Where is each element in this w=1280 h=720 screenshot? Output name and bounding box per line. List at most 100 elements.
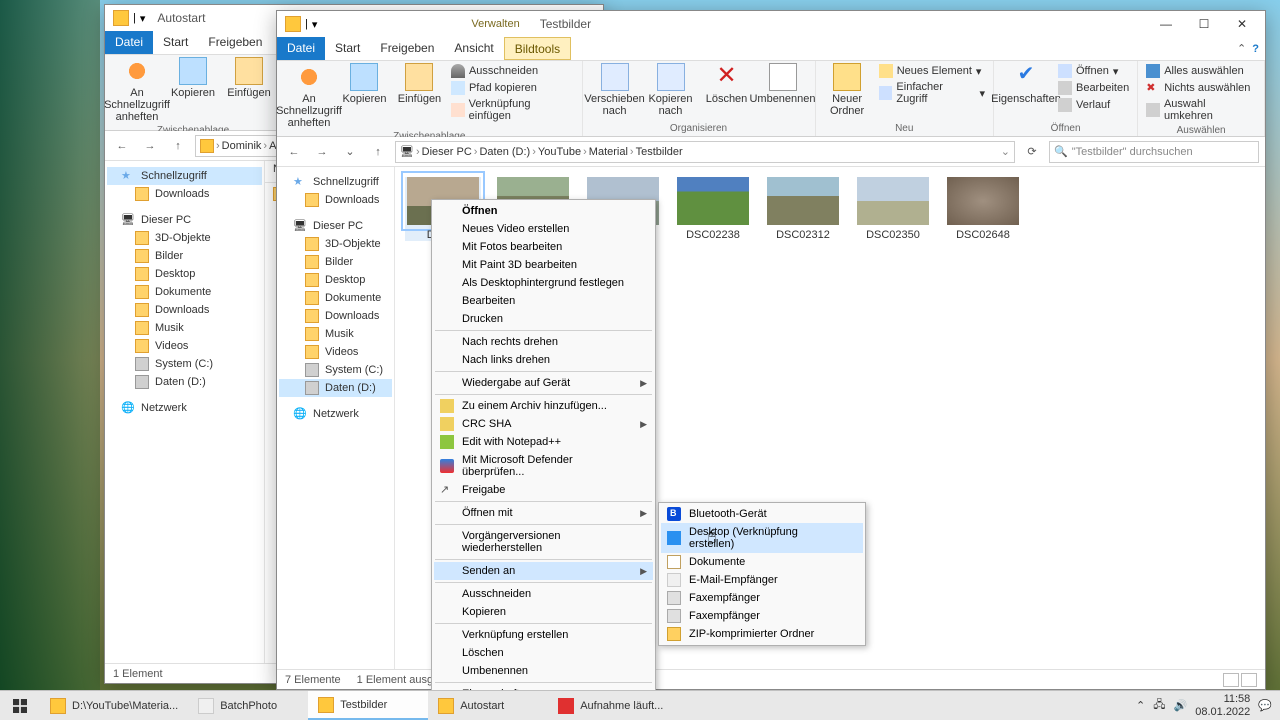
tab-file[interactable]: Datei bbox=[105, 31, 153, 54]
delete-button[interactable]: ✕Löschen bbox=[701, 63, 753, 105]
tab-view[interactable]: Ansicht bbox=[444, 37, 503, 60]
tray-network-icon[interactable]: 🖧 bbox=[1153, 696, 1165, 715]
ctx-cut[interactable]: Ausschneiden bbox=[434, 585, 653, 603]
taskbar-item[interactable]: BatchPhoto bbox=[188, 691, 308, 720]
taskbar-item[interactable]: D:\YouTube\Materia... bbox=[40, 691, 188, 720]
selectall-button[interactable]: Alles auswählen bbox=[1144, 63, 1258, 79]
nav-3d[interactable]: 3D-Objekte bbox=[107, 229, 262, 247]
edit-button[interactable]: Bearbeiten bbox=[1056, 80, 1131, 96]
invertsel-button[interactable]: Auswahl umkehren bbox=[1144, 97, 1258, 123]
ctx-edit-photos[interactable]: Mit Fotos bearbeiten bbox=[434, 238, 653, 256]
taskbar-item[interactable]: Testbilder bbox=[308, 691, 428, 720]
nav-downloads[interactable]: Downloads bbox=[279, 191, 392, 209]
selectnone-button[interactable]: Nichts auswählen bbox=[1144, 80, 1258, 96]
pin-button[interactable]: An Schnellzugriff anheften bbox=[283, 63, 335, 129]
copy-button[interactable]: Kopieren bbox=[339, 63, 390, 105]
ctx-copy[interactable]: Kopieren bbox=[434, 603, 653, 621]
help-icon[interactable]: ? bbox=[1252, 43, 1259, 55]
paste-button[interactable]: Einfügen bbox=[223, 57, 275, 99]
nav-downloads2[interactable]: Downloads bbox=[279, 307, 392, 325]
crumb-dropdown[interactable]: ⌄ bbox=[1001, 145, 1010, 158]
tray-chevron-icon[interactable]: ⌃ bbox=[1136, 699, 1145, 712]
system-tray[interactable]: ⌃ 🖧 🔊 11:58 08.01.2022 💬 bbox=[1128, 693, 1280, 717]
nav-up[interactable]: ↑ bbox=[167, 135, 189, 157]
sub-documents[interactable]: Dokumente bbox=[661, 553, 863, 571]
ctx-rotate-left[interactable]: Nach links drehen bbox=[434, 351, 653, 369]
nav-network[interactable]: Netzwerk bbox=[107, 399, 262, 417]
rename-button[interactable]: Umbenennen bbox=[757, 63, 809, 105]
file-item[interactable]: DSC02238 bbox=[675, 177, 751, 241]
breadcrumb[interactable]: ›Dieser PC ›Daten (D:) ›YouTube ›Materia… bbox=[395, 141, 1015, 163]
paste-button[interactable]: Einfügen bbox=[394, 63, 445, 105]
nav-desktop[interactable]: Desktop bbox=[107, 265, 262, 283]
qat-dropdown[interactable]: ▾ bbox=[140, 12, 146, 25]
ribbon-collapse[interactable]: ⌃ bbox=[1237, 42, 1246, 55]
ctx-rotate-right[interactable]: Nach rechts drehen bbox=[434, 333, 653, 351]
nav-music[interactable]: Musik bbox=[279, 325, 392, 343]
tab-start[interactable]: Start bbox=[325, 37, 370, 60]
nav-back[interactable]: ← bbox=[283, 141, 305, 163]
taskbar-item[interactable]: Autostart bbox=[428, 691, 548, 720]
ctx-delete[interactable]: Löschen bbox=[434, 644, 653, 662]
sub-mail[interactable]: E-Mail-Empfänger bbox=[661, 571, 863, 589]
file-item[interactable]: DSC02648 bbox=[945, 177, 1021, 241]
file-item[interactable]: DSC02350 bbox=[855, 177, 931, 241]
minimize-button[interactable]: — bbox=[1147, 12, 1185, 36]
nav-videos[interactable]: Videos bbox=[107, 337, 262, 355]
nav-datad[interactable]: Daten (D:) bbox=[279, 379, 392, 397]
titlebar[interactable]: |▾ Verwalten Testbilder — ☐ ✕ bbox=[277, 11, 1265, 37]
file-item[interactable]: DSC02312 bbox=[765, 177, 841, 241]
start-button[interactable] bbox=[0, 691, 40, 720]
copypath-button[interactable]: Pfad kopieren bbox=[449, 80, 576, 96]
nav-fwd[interactable]: → bbox=[311, 141, 333, 163]
ctx-new-video[interactable]: Neues Video erstellen bbox=[434, 220, 653, 238]
nav-back[interactable]: ← bbox=[111, 135, 133, 157]
nav-datad[interactable]: Daten (D:) bbox=[107, 373, 262, 391]
nav-this-pc[interactable]: Dieser PC bbox=[279, 217, 392, 235]
ctx-edit[interactable]: Bearbeiten bbox=[434, 292, 653, 310]
taskbar-item[interactable]: Aufnahme läuft... bbox=[548, 691, 673, 720]
ctx-shortcut[interactable]: Verknüpfung erstellen bbox=[434, 626, 653, 644]
nav-quick-access[interactable]: Schnellzugriff bbox=[279, 173, 392, 191]
history-button[interactable]: Verlauf bbox=[1056, 97, 1131, 113]
nav-videos[interactable]: Videos bbox=[279, 343, 392, 361]
tab-start[interactable]: Start bbox=[153, 31, 198, 54]
sub-fax2[interactable]: Faxempfänger bbox=[661, 607, 863, 625]
nav-quick-access[interactable]: Schnellzugriff bbox=[107, 167, 262, 185]
ctx-send-to[interactable]: Senden an▶ bbox=[434, 562, 653, 580]
copyto-button[interactable]: Kopieren nach bbox=[645, 63, 697, 117]
open-button[interactable]: Öffnen ▾ bbox=[1056, 63, 1131, 79]
cut-button[interactable]: Ausschneiden bbox=[449, 63, 576, 79]
props-button[interactable]: ✔Eigenschaften bbox=[1000, 63, 1052, 105]
ctx-share[interactable]: Freigabe bbox=[434, 481, 653, 499]
ctx-playback[interactable]: Wiedergabe auf Gerät▶ bbox=[434, 374, 653, 392]
nav-recent[interactable]: ⌄ bbox=[339, 141, 361, 163]
tab-file[interactable]: Datei bbox=[277, 37, 325, 60]
ctx-set-background[interactable]: Als Desktophintergrund festlegen bbox=[434, 274, 653, 292]
sub-fax1[interactable]: Faxempfänger bbox=[661, 589, 863, 607]
sub-bluetooth[interactable]: Bluetooth-Gerät bbox=[661, 505, 863, 523]
nav-downloads[interactable]: Downloads bbox=[107, 185, 262, 203]
nav-up[interactable]: ↑ bbox=[367, 141, 389, 163]
tab-pictools[interactable]: Bildtools bbox=[504, 37, 571, 60]
nav-sysc[interactable]: System (C:) bbox=[279, 361, 392, 379]
search-input[interactable]: 🔍"Testbilder" durchsuchen bbox=[1049, 141, 1259, 163]
ctx-prev-versions[interactable]: Vorgängerversionen wiederherstellen bbox=[434, 527, 653, 557]
ctx-notepadpp[interactable]: Edit with Notepad++ bbox=[434, 433, 653, 451]
nav-docs[interactable]: Dokumente bbox=[279, 289, 392, 307]
refresh-button[interactable]: ⟳ bbox=[1021, 145, 1043, 158]
sub-zip[interactable]: ZIP-komprimierter Ordner bbox=[661, 625, 863, 643]
sub-desktop-shortcut[interactable]: Desktop (Verknüpfung erstellen) bbox=[661, 523, 863, 553]
pastelink-button[interactable]: Verknüpfung einfügen bbox=[449, 97, 576, 123]
pin-button[interactable]: An Schnellzugriff anheften bbox=[111, 57, 163, 123]
copy-button[interactable]: Kopieren bbox=[167, 57, 219, 99]
clock[interactable]: 11:58 08.01.2022 bbox=[1195, 693, 1250, 717]
nav-desktop[interactable]: Desktop bbox=[279, 271, 392, 289]
nav-pictures[interactable]: Bilder bbox=[279, 253, 392, 271]
ctx-paint3d[interactable]: Mit Paint 3D bearbeiten bbox=[434, 256, 653, 274]
ctx-crc-sha[interactable]: CRC SHA▶ bbox=[434, 415, 653, 433]
maximize-button[interactable]: ☐ bbox=[1185, 12, 1223, 36]
nav-music[interactable]: Musik bbox=[107, 319, 262, 337]
notifications-icon[interactable]: 💬 bbox=[1258, 699, 1272, 712]
moveto-button[interactable]: Verschieben nach bbox=[589, 63, 641, 117]
